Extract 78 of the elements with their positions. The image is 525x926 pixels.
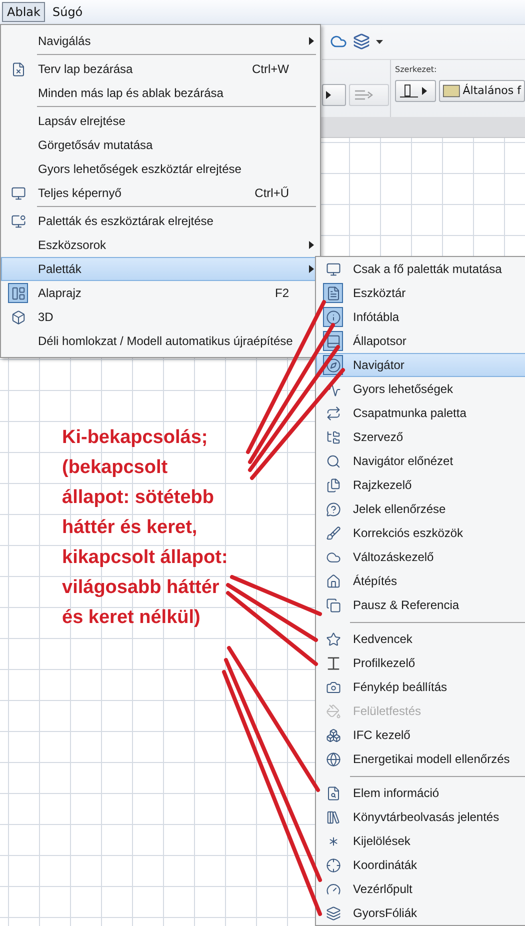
- palette-item[interactable]: Navigátor: [316, 353, 525, 377]
- swatch-icon: [443, 82, 460, 99]
- palette-item[interactable]: Állapotsor: [316, 329, 525, 353]
- menu-item[interactable]: Görgetősáv mutatása: [1, 133, 320, 157]
- palette-item[interactable]: IFC kezelő: [316, 723, 525, 747]
- menu-item[interactable]: Teljes képernyő Ctrl+Ű: [1, 181, 320, 205]
- palette-item[interactable]: Navigátor előnézet: [316, 449, 525, 473]
- fill-button[interactable]: Általános f: [439, 80, 525, 102]
- menu-item[interactable]: Paletták és eszköztárak elrejtése: [1, 209, 320, 233]
- caret-icon[interactable]: [376, 40, 383, 44]
- section-label: Szerkezet:: [395, 64, 438, 76]
- palette-item[interactable]: Kedvencek: [316, 627, 525, 651]
- monitor-icon: [10, 214, 26, 228]
- palette-item[interactable]: Könyvtárbeolvasás jelentés: [316, 805, 525, 829]
- menu-item[interactable]: Minden más lap és ablak bezárása: [1, 81, 320, 105]
- star-icon: [326, 632, 340, 646]
- palette-item[interactable]: Energetikai modell ellenőrzés: [316, 747, 525, 771]
- palette-item[interactable]: Szervező: [316, 425, 525, 449]
- files-icon: [326, 478, 340, 492]
- menu-item[interactable]: Lapsáv elrejtése: [1, 109, 320, 133]
- brush-icon: [326, 526, 340, 540]
- palette-item[interactable]: Korrekciós eszközök: [316, 521, 525, 545]
- folder-tree-icon: [326, 430, 340, 444]
- menu-title[interactable]: Súgó: [47, 2, 88, 22]
- palette-item[interactable]: Vezérlőpult: [316, 877, 525, 901]
- menu-item[interactable]: Navigálás: [1, 29, 320, 53]
- palette-item[interactable]: Csapatmunka paletta: [316, 401, 525, 425]
- menu-title[interactable]: Ablak: [2, 2, 46, 22]
- palette-item[interactable]: Rajzkezelő: [316, 473, 525, 497]
- globe-icon: [326, 752, 340, 766]
- arrow-icon: [422, 86, 427, 95]
- palette-item[interactable]: Pausz & Referencia: [316, 593, 525, 617]
- dropdown-button[interactable]: [322, 84, 346, 106]
- palette-item[interactable]: Eszköztár: [316, 281, 525, 305]
- menu-item[interactable]: Gyors lehetőségek eszköztár elrejtése: [1, 157, 320, 181]
- palette-item[interactable]: Jelek ellenőrzése: [316, 497, 525, 521]
- palette-item[interactable]: Átépítés: [316, 569, 525, 593]
- paint-bucket-icon: [326, 704, 340, 718]
- monitor-icon: [326, 262, 340, 276]
- layout-icon: [10, 286, 26, 300]
- question-icon: [326, 502, 340, 516]
- camera-icon: [326, 680, 340, 694]
- menu-item[interactable]: Eszközsorok: [1, 233, 320, 257]
- library-icon: [326, 810, 340, 824]
- wall-icon: [399, 82, 419, 99]
- search-icon: [326, 454, 340, 468]
- file-search-icon: [326, 786, 340, 800]
- palette-item[interactable]: Koordináták: [316, 853, 525, 877]
- monitor-icon: [10, 186, 26, 200]
- layers-icon: [326, 906, 340, 920]
- palette-item[interactable]: Fénykép beállítás: [316, 675, 525, 699]
- menu-item[interactable]: Terv lap bezárása Ctrl+W: [1, 57, 320, 81]
- cloud-icon: [326, 550, 340, 564]
- palette-item[interactable]: Profilkezelő: [316, 651, 525, 675]
- file-text-icon: [326, 286, 340, 300]
- arrow-icon: [326, 91, 331, 100]
- arrow-right-icon: [353, 88, 375, 102]
- gauge-icon: [326, 882, 340, 896]
- palette-item[interactable]: GyorsFóliák: [316, 901, 525, 925]
- panel-icon: [326, 334, 340, 348]
- file-x-icon: [10, 62, 26, 76]
- layers-icon[interactable]: [353, 33, 370, 50]
- info-icon: [326, 310, 340, 324]
- house-icon: [326, 574, 340, 588]
- boxes-icon: [326, 728, 340, 742]
- cube-icon: [10, 310, 26, 324]
- repeat-icon: [326, 406, 340, 420]
- palette-item[interactable]: Változáskezelő: [316, 545, 525, 569]
- palette-item[interactable]: Gyors lehetőségek: [316, 377, 525, 401]
- crosshair-icon: [326, 858, 340, 872]
- copy-icon: [326, 598, 340, 612]
- palette-item[interactable]: Kijelölések: [316, 829, 525, 853]
- annotation-text: Ki-bekapcsolás; (bekapcsolt állapot: sötétebb háttér és keret, kikapcsolt állapot: világosabb háttér és keret nélkül): [62, 426, 228, 630]
- wall-button[interactable]: [395, 80, 436, 102]
- palette-item[interactable]: Infótábla: [316, 305, 525, 329]
- compass-icon: [326, 358, 340, 372]
- palette-item[interactable]: Elem információ: [316, 781, 525, 805]
- i-beam-icon: [326, 656, 340, 670]
